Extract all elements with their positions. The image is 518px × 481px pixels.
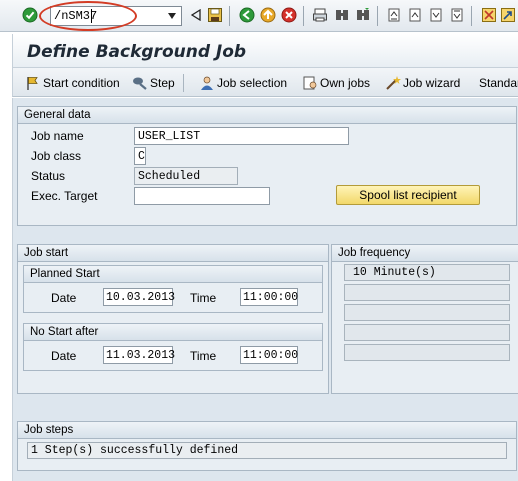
planned-time-label: Time bbox=[190, 291, 217, 305]
command-dropdown-icon[interactable] bbox=[164, 7, 180, 25]
frequency-row bbox=[344, 284, 510, 301]
find-icon[interactable] bbox=[334, 7, 350, 23]
step-button[interactable]: Step bbox=[132, 74, 175, 92]
own-jobs-label: Own jobs bbox=[320, 76, 371, 90]
job-selection-label: Job selection bbox=[217, 76, 288, 90]
command-field-highlight bbox=[39, 1, 137, 31]
previous-page-icon[interactable] bbox=[407, 7, 423, 23]
job-frequency-group: Job frequency 10 Minute(s) bbox=[331, 244, 518, 394]
exit-icon[interactable] bbox=[260, 7, 276, 23]
job-steps-title: Job steps bbox=[18, 422, 516, 439]
planned-time-field[interactable]: 11:00:00 bbox=[240, 288, 298, 306]
step-label: Step bbox=[150, 76, 175, 90]
system-toolbar: /nSM37 bbox=[0, 0, 518, 32]
application-toolbar: Start condition Step Job selection Own j… bbox=[12, 67, 518, 97]
title-bar: Define Background Job bbox=[12, 34, 518, 67]
job-selection-button[interactable]: Job selection bbox=[199, 74, 287, 92]
create-session-icon[interactable] bbox=[481, 7, 497, 23]
planned-date-field[interactable]: 10.03.2013 bbox=[103, 288, 175, 306]
frequency-row: 10 Minute(s) bbox=[344, 264, 510, 281]
no-start-time-field[interactable]: 11:00:00 bbox=[240, 346, 298, 364]
job-wizard-button[interactable]: Job wizard bbox=[385, 74, 460, 92]
frequency-row bbox=[344, 324, 510, 341]
no-start-after-title: No Start after bbox=[24, 324, 322, 341]
first-page-icon[interactable] bbox=[386, 7, 402, 23]
shortcut-icon[interactable] bbox=[500, 7, 516, 23]
job-frequency-title: Job frequency bbox=[332, 245, 518, 262]
start-condition-button[interactable]: Start condition bbox=[25, 74, 120, 92]
no-start-after-group: No Start after Date 11.03.2013 Time 11:0… bbox=[23, 323, 323, 371]
job-steps-message: 1 Step(s) successfully defined bbox=[27, 442, 507, 459]
next-page-icon[interactable] bbox=[428, 7, 444, 23]
back-triangle-icon[interactable] bbox=[188, 7, 204, 23]
planned-start-title: Planned Start bbox=[24, 266, 322, 283]
job-name-field[interactable]: USER_LIST bbox=[134, 127, 349, 145]
exec-target-label: Exec. Target bbox=[31, 189, 98, 203]
general-data-title: General data bbox=[18, 107, 516, 124]
standard-jobs-button[interactable]: Standar bbox=[479, 74, 518, 92]
frequency-row bbox=[344, 344, 510, 361]
flag-icon bbox=[25, 75, 41, 91]
last-page-icon[interactable] bbox=[449, 7, 465, 23]
wizard-icon bbox=[385, 75, 401, 91]
status-label: Status bbox=[31, 169, 66, 183]
back-icon[interactable] bbox=[239, 7, 255, 23]
exec-target-field[interactable] bbox=[134, 187, 270, 205]
find-next-icon[interactable] bbox=[355, 7, 371, 23]
own-jobs-button[interactable]: Own jobs bbox=[302, 74, 370, 92]
job-class-label: Job class bbox=[31, 149, 82, 163]
start-condition-label: Start condition bbox=[43, 76, 120, 90]
no-start-time-label: Time bbox=[190, 349, 217, 363]
save-icon[interactable] bbox=[207, 7, 223, 23]
no-start-date-field[interactable]: 11.03.2013 bbox=[103, 346, 175, 364]
content-area: General data Job name USER_LIST Job clas… bbox=[12, 98, 518, 481]
planned-start-group: Planned Start Date 10.03.2013 Time 11:00… bbox=[23, 265, 323, 313]
step-icon bbox=[132, 75, 148, 91]
job-start-title: Job start bbox=[18, 245, 328, 262]
enter-icon[interactable] bbox=[22, 7, 38, 23]
status-field: Scheduled bbox=[134, 167, 238, 185]
job-start-group: Job start Planned Start Date 10.03.2013 … bbox=[17, 244, 329, 394]
job-class-field[interactable]: C bbox=[134, 147, 146, 165]
frequency-row bbox=[344, 304, 510, 321]
own-jobs-icon bbox=[302, 75, 318, 91]
page-title: Define Background Job bbox=[27, 42, 247, 62]
user-icon bbox=[199, 75, 215, 91]
standard-jobs-label: Standar bbox=[479, 76, 518, 90]
cancel-icon[interactable] bbox=[281, 7, 297, 23]
no-start-date-label: Date bbox=[51, 349, 77, 363]
print-icon[interactable] bbox=[312, 7, 328, 23]
planned-date-label: Date bbox=[51, 291, 77, 305]
job-wizard-label: Job wizard bbox=[403, 76, 461, 90]
job-steps-group: Job steps 1 Step(s) successfully defined bbox=[17, 421, 517, 471]
job-name-label: Job name bbox=[31, 129, 84, 143]
general-data-group: General data Job name USER_LIST Job clas… bbox=[17, 106, 517, 226]
spool-list-recipient-button[interactable]: Spool list recipient bbox=[336, 185, 480, 205]
